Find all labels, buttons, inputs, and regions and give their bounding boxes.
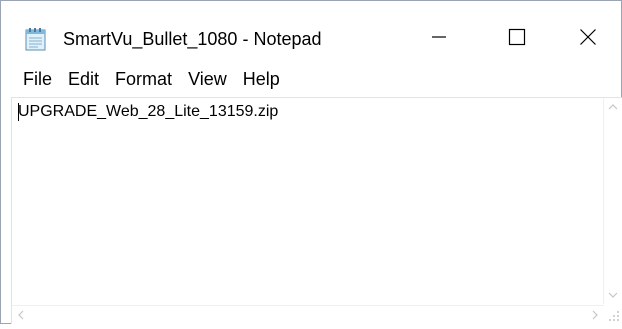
scroll-left-arrow[interactable]	[12, 306, 30, 324]
vertical-scrollbar[interactable]	[603, 98, 622, 304]
close-button[interactable]	[557, 11, 619, 63]
chevron-right-icon	[592, 310, 598, 320]
resize-grip-icon[interactable]	[604, 306, 622, 324]
notepad-window: SmartVu_Bullet_1080 - Notepad File Edit …	[0, 0, 622, 324]
maximize-icon	[508, 28, 526, 46]
close-icon	[580, 29, 596, 45]
chevron-left-icon	[18, 310, 24, 320]
title-bar[interactable]: SmartVu_Bullet_1080 - Notepad	[1, 1, 621, 63]
scroll-right-arrow[interactable]	[586, 306, 604, 324]
chevron-up-icon	[608, 104, 618, 110]
menu-view[interactable]: View	[182, 69, 233, 90]
text-caret	[18, 103, 19, 121]
minimize-button[interactable]	[408, 11, 470, 63]
scroll-down-arrow[interactable]	[604, 286, 622, 304]
editor-content[interactable]: UPGRADE_Web_28_Lite_13159.zip	[18, 100, 602, 304]
horizontal-scrollbar[interactable]	[12, 305, 604, 324]
menu-help[interactable]: Help	[237, 69, 286, 90]
chevron-down-icon	[608, 292, 618, 298]
window-title: SmartVu_Bullet_1080 - Notepad	[63, 29, 322, 49]
notepad-icon[interactable]	[25, 27, 47, 51]
menu-file[interactable]: File	[17, 69, 58, 90]
menu-format[interactable]: Format	[109, 69, 178, 90]
text-editor[interactable]: UPGRADE_Web_28_Lite_13159.zip	[11, 97, 622, 324]
scroll-up-arrow[interactable]	[604, 98, 622, 116]
minimize-icon	[432, 36, 446, 38]
menu-edit[interactable]: Edit	[62, 69, 105, 90]
maximize-button[interactable]	[486, 11, 548, 63]
menu-bar: File Edit Format View Help	[1, 64, 621, 94]
